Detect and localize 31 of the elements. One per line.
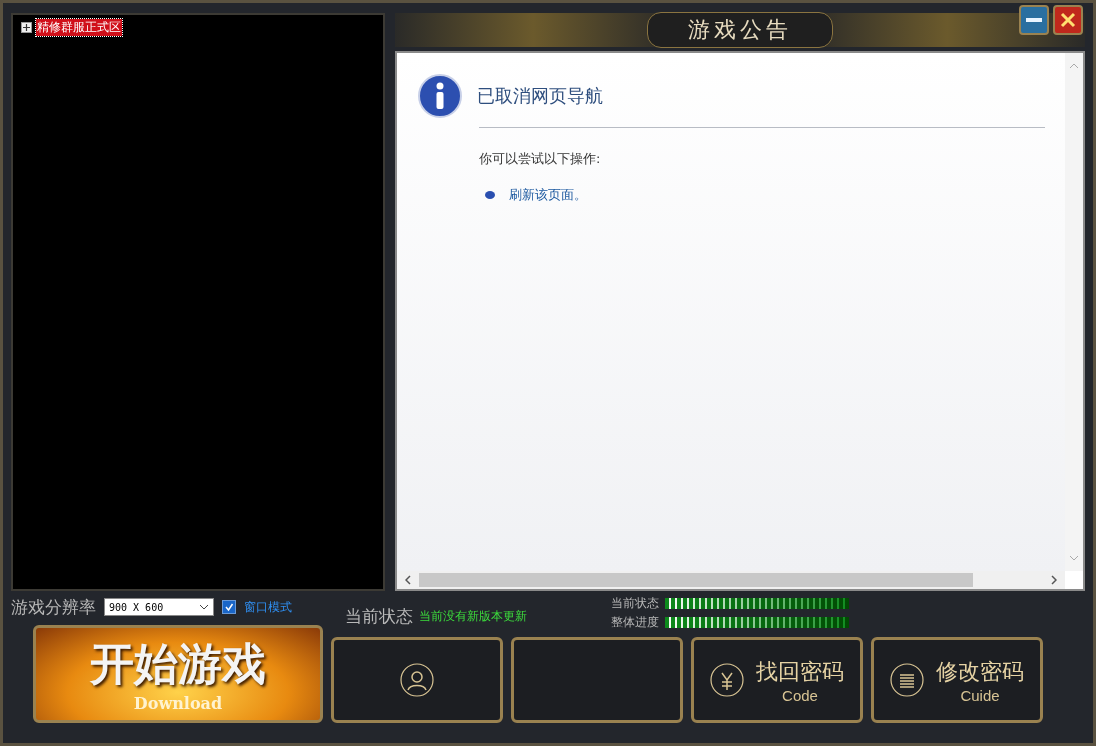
refresh-link[interactable]: 刷新该页面。 <box>509 186 587 204</box>
close-icon <box>1060 12 1076 28</box>
window-mode-label: 窗口模式 <box>244 598 292 616</box>
status-label: 当前状态 <box>345 604 413 628</box>
expand-icon[interactable] <box>21 22 32 33</box>
resolution-select[interactable]: 900 X 600 <box>104 598 214 616</box>
resolution-label: 游戏分辨率 <box>11 595 96 619</box>
minimize-button[interactable] <box>1019 5 1049 35</box>
minimize-icon <box>1026 18 1042 22</box>
progress-label: 整体进度 <box>611 614 659 631</box>
menu-button[interactable]: 修改密码 Cuide <box>871 637 1043 723</box>
dropdown-chevron-icon <box>199 604 209 610</box>
window-mode-checkbox[interactable] <box>222 600 236 614</box>
menu-button[interactable] <box>511 637 683 723</box>
bullet-icon <box>485 191 495 199</box>
user-icon <box>400 663 434 697</box>
server-item[interactable]: 精修群服正式区 <box>36 19 122 36</box>
prompt-text: 你可以尝试以下操作: <box>479 150 602 168</box>
horizontal-scrollbar[interactable] <box>397 571 1065 589</box>
progress-label: 当前状态 <box>611 595 659 612</box>
close-button[interactable] <box>1053 5 1083 35</box>
status-message: 当前没有新版本更新 <box>419 607 527 625</box>
window-title: 游戏公告 <box>647 12 833 48</box>
yen-icon <box>710 663 744 697</box>
scroll-right-icon[interactable] <box>1051 575 1057 585</box>
list-icon <box>890 663 924 697</box>
menu-button[interactable] <box>331 637 503 723</box>
info-icon <box>417 73 463 119</box>
scroll-left-icon[interactable] <box>405 575 411 585</box>
page-heading: 已取消网页导航 <box>477 84 603 108</box>
menu-button[interactable]: 找回密码 Code <box>691 637 863 723</box>
